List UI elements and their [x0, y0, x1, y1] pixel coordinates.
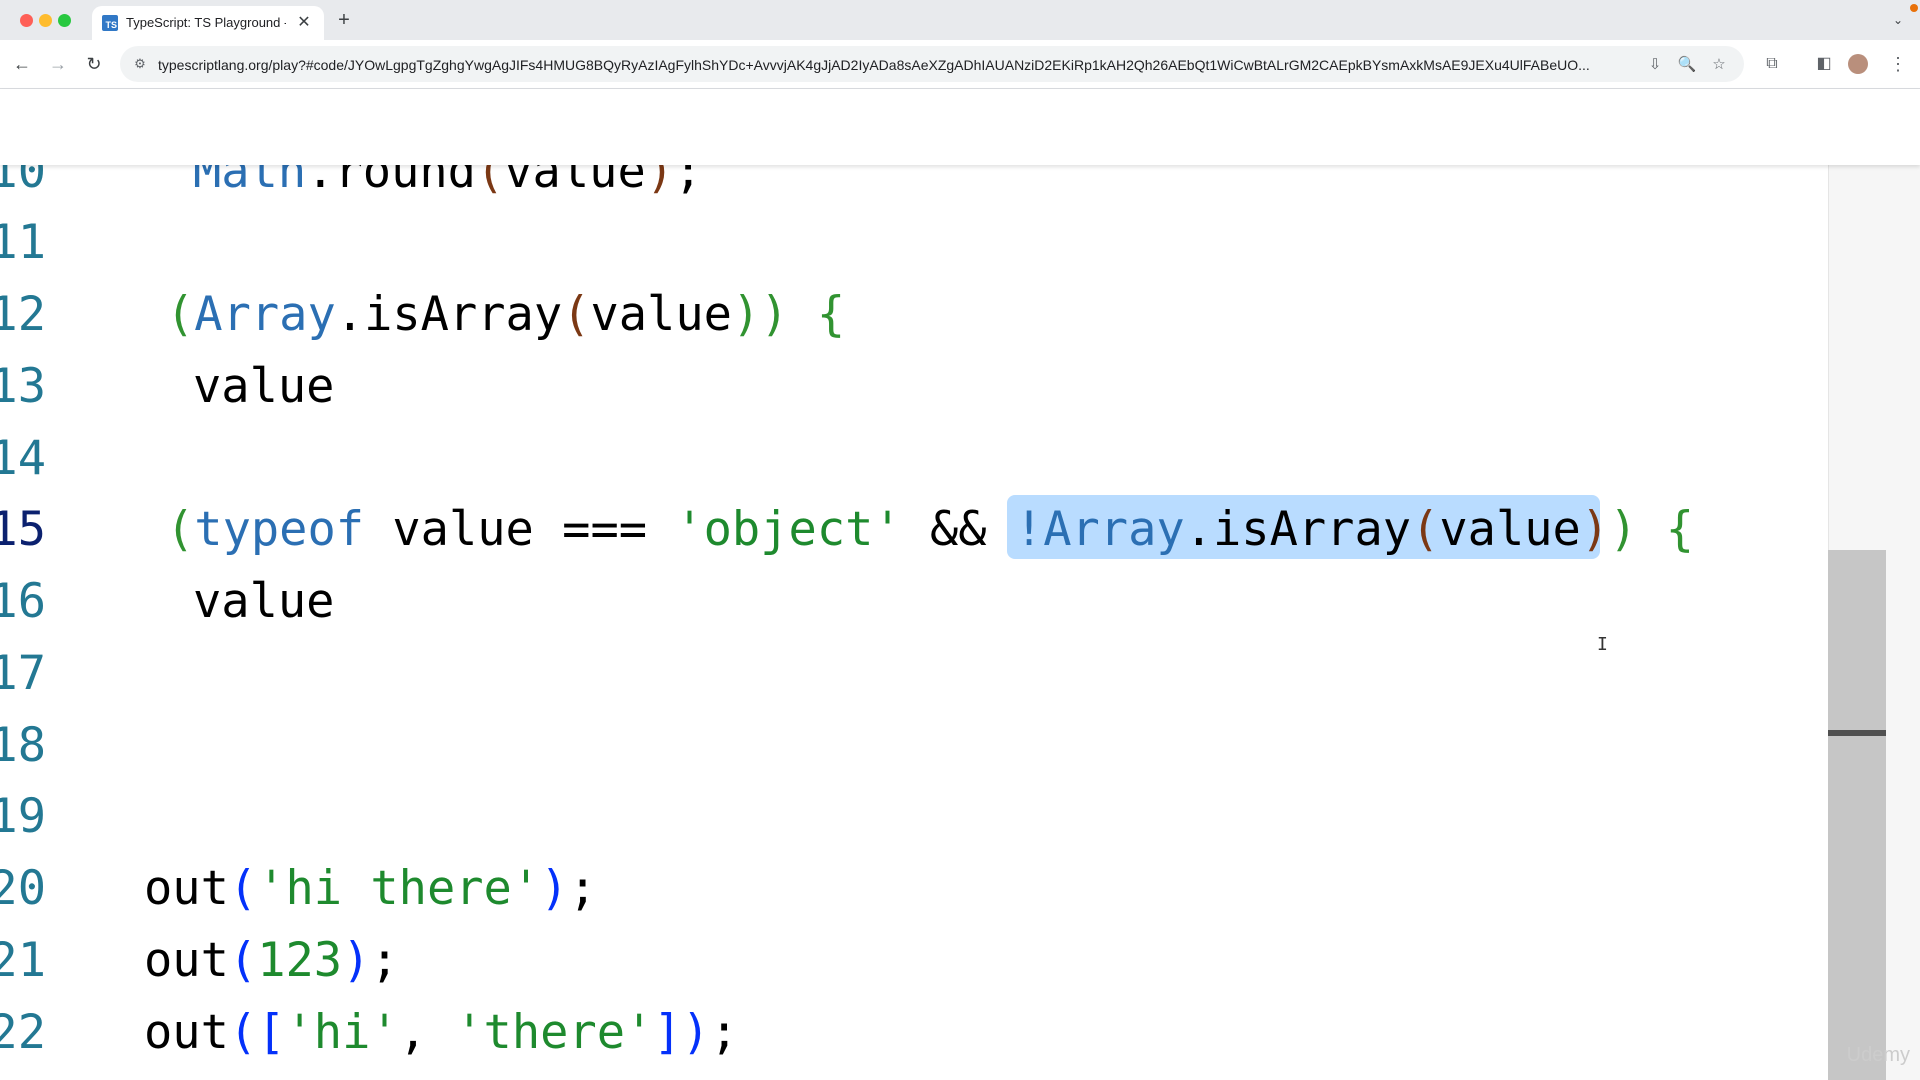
- line-number: 19: [0, 789, 46, 844]
- line-number: 21: [0, 933, 46, 988]
- line-number: 22: [0, 1005, 46, 1060]
- extensions-icon[interactable]: ⧉: [1760, 52, 1784, 76]
- line-number: 11: [0, 215, 46, 270]
- line-number: 18: [0, 718, 46, 773]
- notification-dot: [1910, 4, 1918, 12]
- tab-typescript-playground[interactable]: TS TypeScript: TS Playground - / ✕: [92, 6, 324, 40]
- site-settings-icon[interactable]: ⚙: [130, 54, 150, 74]
- tab-title: TypeScript: TS Playground - /: [126, 15, 286, 30]
- typescript-favicon-icon: TS: [102, 15, 118, 31]
- side-panel-icon[interactable]: ◧: [1812, 52, 1836, 76]
- browser-toolbar: ← → ↻ ⚙ typescriptlang.org/play?#code/JY…: [0, 40, 1920, 89]
- new-tab-button[interactable]: +: [333, 10, 355, 32]
- scrollbar-cursor-marker: [1828, 730, 1886, 736]
- page-header: [0, 89, 1920, 165]
- url-text[interactable]: typescriptlang.org/play?#code/JYOwLgpgTg…: [158, 55, 1636, 75]
- back-arrow-icon[interactable]: ←: [10, 52, 34, 76]
- address-bar[interactable]: ⚙ typescriptlang.org/play?#code/JYOwLgpg…: [120, 46, 1744, 82]
- line-number-active: 15: [0, 502, 46, 557]
- profile-avatar[interactable]: [1848, 54, 1868, 74]
- browser-menu-icon[interactable]: ⋮: [1886, 52, 1910, 76]
- close-window-button[interactable]: [20, 14, 33, 27]
- code-line-20[interactable]: out('hi there');: [144, 859, 597, 919]
- bookmark-star-icon[interactable]: ☆: [1708, 54, 1730, 76]
- code-line-22[interactable]: out(['hi', 'there']);: [144, 1003, 738, 1063]
- line-number: 12: [0, 287, 46, 342]
- code-editor[interactable]: 10 11 12 13 14 15 16 17 18 19 20 21 22 M…: [0, 89, 1828, 1080]
- zoom-window-button[interactable]: [58, 14, 71, 27]
- line-number: 16: [0, 574, 46, 629]
- code-line-13[interactable]: value: [193, 357, 334, 417]
- line-number: 20: [0, 861, 46, 916]
- udemy-watermark: Udemy: [1846, 1044, 1910, 1066]
- close-tab-icon[interactable]: ✕: [294, 13, 314, 33]
- line-number: 17: [0, 646, 46, 701]
- line-number: 14: [0, 431, 46, 486]
- reload-icon[interactable]: ↻: [82, 52, 106, 76]
- forward-arrow-icon[interactable]: →: [46, 52, 70, 76]
- code-line-21[interactable]: out(123);: [144, 931, 399, 991]
- install-app-icon[interactable]: ⇩: [1644, 54, 1666, 76]
- minimize-window-button[interactable]: [39, 14, 52, 27]
- text-cursor-icon: I: [1597, 634, 1608, 655]
- line-number: 13: [0, 359, 46, 414]
- tab-strip: TS TypeScript: TS Playground - / ✕ + ⌄: [0, 0, 1920, 40]
- zoom-icon[interactable]: 🔍: [1676, 54, 1698, 76]
- code-line-12[interactable]: (Array.isArray(value)) {: [166, 285, 845, 345]
- code-line-16[interactable]: value: [193, 572, 334, 632]
- code-line-15[interactable]: (typeof value === 'object' && !Array.isA…: [166, 500, 1694, 560]
- tab-search-icon[interactable]: ⌄: [1888, 10, 1908, 30]
- vertical-scrollbar-thumb[interactable]: [1828, 550, 1886, 1080]
